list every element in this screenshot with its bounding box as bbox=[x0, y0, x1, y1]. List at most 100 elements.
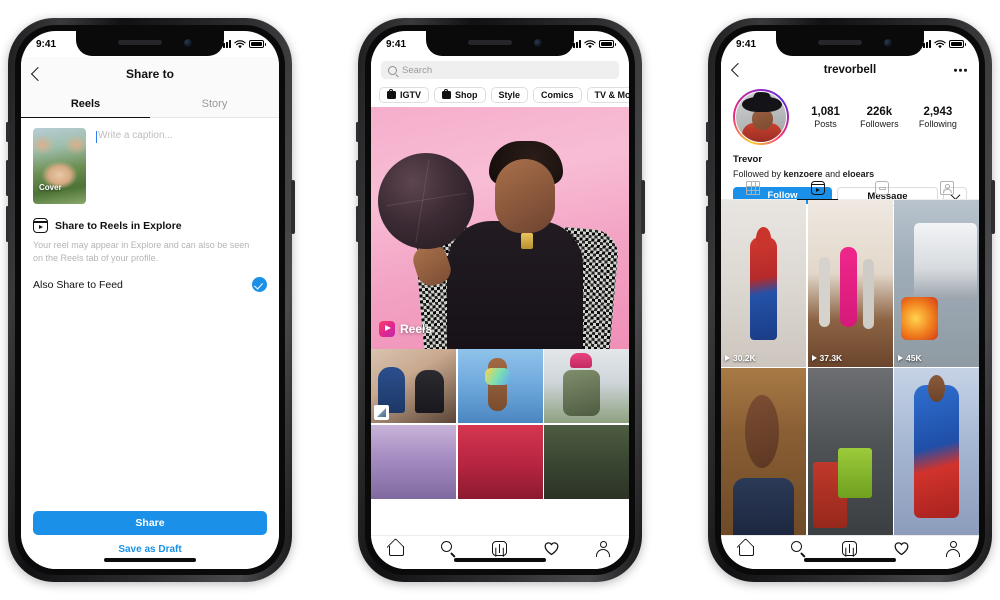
featured-reel-card[interactable]: Reels bbox=[371, 107, 629, 349]
volume-down-button[interactable] bbox=[5, 206, 9, 242]
volume-down-button[interactable] bbox=[705, 206, 709, 242]
table-row[interactable] bbox=[721, 368, 806, 535]
speaker-grille-icon bbox=[468, 40, 512, 45]
phone-screen-2: 9:41 Search IGTV Shop Style Comics TV & … bbox=[371, 31, 629, 569]
home-indicator-1[interactable] bbox=[104, 558, 196, 562]
power-button[interactable] bbox=[991, 180, 995, 234]
silent-switch[interactable] bbox=[356, 122, 359, 142]
reels-badge: Reels bbox=[379, 321, 432, 337]
chip-style-label: Style bbox=[498, 90, 521, 100]
grid-tab[interactable] bbox=[721, 177, 786, 199]
status-time: 9:41 bbox=[736, 38, 757, 50]
necklace bbox=[521, 233, 533, 249]
share-to-header: Share to bbox=[21, 57, 279, 91]
stat-following[interactable]: 2,943 Following bbox=[919, 106, 957, 129]
list-item[interactable] bbox=[371, 349, 456, 423]
table-row[interactable]: 45K bbox=[894, 200, 979, 367]
add-post-icon[interactable] bbox=[491, 540, 508, 557]
add-post-icon[interactable] bbox=[841, 540, 858, 557]
phone-bezel-1: 9:41 Share to Reels Story Cover Write a … bbox=[15, 25, 285, 575]
silent-switch[interactable] bbox=[706, 122, 709, 142]
igtv-icon bbox=[387, 89, 396, 99]
chip-comics[interactable]: Comics bbox=[533, 87, 582, 103]
reels-badge-label: Reels bbox=[400, 322, 433, 336]
power-button[interactable] bbox=[641, 180, 645, 234]
chip-shop[interactable]: Shop bbox=[434, 87, 486, 103]
caption-placeholder: Write a caption... bbox=[98, 130, 173, 141]
tagged-tab[interactable] bbox=[915, 177, 980, 199]
chip-style[interactable]: Style bbox=[490, 87, 529, 103]
back-chevron-icon[interactable] bbox=[730, 62, 746, 78]
share-to-explore-description: Your reel may appear in Explore and can … bbox=[33, 240, 250, 264]
reels-icon bbox=[33, 218, 48, 233]
volume-up-button[interactable] bbox=[5, 160, 9, 196]
status-icons bbox=[920, 39, 966, 49]
phone-device-2: 9:41 Search IGTV Shop Style Comics TV & … bbox=[355, 18, 645, 582]
profile-content-tabs bbox=[721, 177, 980, 201]
search-icon[interactable] bbox=[790, 540, 807, 557]
heart-icon[interactable] bbox=[893, 540, 910, 557]
heart-icon[interactable] bbox=[543, 540, 560, 557]
reel-dance-workout bbox=[807, 200, 893, 367]
chip-igtv[interactable]: IGTV bbox=[379, 87, 430, 103]
home-indicator-2[interactable] bbox=[454, 558, 546, 562]
view-count-value: 45K bbox=[906, 352, 922, 363]
profile-header: trevorbell bbox=[721, 57, 979, 83]
cover-thumbnail[interactable]: Cover bbox=[33, 128, 86, 204]
chip-comics-label: Comics bbox=[541, 90, 574, 100]
check-circle-icon[interactable] bbox=[252, 277, 267, 293]
bottom-nav-2 bbox=[371, 535, 629, 569]
cover-label: Cover bbox=[39, 183, 62, 192]
also-share-to-feed-row[interactable]: Also Share to Feed bbox=[21, 265, 279, 293]
category-chip-row[interactable]: IGTV Shop Style Comics TV & Movies bbox=[371, 83, 629, 107]
caption-input[interactable]: Write a caption... bbox=[96, 128, 267, 204]
home-indicator-3[interactable] bbox=[804, 558, 896, 562]
photo-flowers bbox=[371, 424, 456, 499]
save-as-draft-button[interactable]: Save as Draft bbox=[33, 544, 267, 555]
page-title: Share to bbox=[125, 67, 174, 81]
silent-switch[interactable] bbox=[6, 122, 9, 142]
stat-following-label: Following bbox=[918, 118, 957, 129]
back-chevron-icon[interactable] bbox=[30, 66, 46, 82]
person-head bbox=[495, 159, 555, 233]
power-button[interactable] bbox=[291, 180, 295, 234]
table-row[interactable] bbox=[894, 368, 979, 535]
notch-1 bbox=[76, 31, 224, 56]
chip-tv-and-movies[interactable]: TV & Movies bbox=[586, 87, 629, 103]
list-item[interactable] bbox=[544, 349, 629, 423]
volume-down-button[interactable] bbox=[355, 206, 359, 242]
reels-tab-icon bbox=[810, 181, 825, 195]
more-options-icon[interactable] bbox=[954, 68, 967, 72]
reels-tab[interactable] bbox=[786, 177, 851, 201]
search-input[interactable]: Search bbox=[381, 61, 619, 79]
list-item[interactable] bbox=[457, 349, 543, 423]
table-row[interactable] bbox=[807, 368, 893, 535]
table-row[interactable]: 30.2K bbox=[721, 200, 806, 367]
home-icon[interactable] bbox=[738, 540, 755, 557]
stat-followers[interactable]: 226k Followers bbox=[860, 106, 899, 129]
volume-up-button[interactable] bbox=[705, 160, 709, 196]
share-button[interactable]: Share bbox=[33, 511, 267, 535]
list-item[interactable] bbox=[371, 424, 456, 499]
table-row[interactable]: 37.3K bbox=[807, 200, 893, 367]
list-item[interactable] bbox=[544, 424, 629, 499]
share-to-explore-title: Share to Reels in Explore bbox=[55, 219, 182, 232]
reel-gym-box-jump bbox=[807, 368, 893, 535]
list-item[interactable] bbox=[457, 424, 543, 499]
tab-story[interactable]: Story bbox=[150, 91, 279, 117]
search-icon[interactable] bbox=[440, 540, 457, 557]
avatar[interactable] bbox=[733, 89, 789, 145]
reels-icon bbox=[379, 321, 395, 337]
profile-icon[interactable] bbox=[945, 540, 962, 557]
igtv-tab[interactable] bbox=[850, 177, 915, 199]
tagged-tab-icon bbox=[939, 181, 954, 195]
profile-icon[interactable] bbox=[595, 540, 612, 557]
stat-posts[interactable]: 1,081 Posts bbox=[811, 106, 840, 129]
stat-followers-label: Followers bbox=[860, 118, 899, 129]
home-icon[interactable] bbox=[388, 540, 405, 557]
profile-top-row: 1,081 Posts 226k Followers 2,943 Followi… bbox=[733, 89, 967, 145]
status-icons bbox=[220, 39, 266, 49]
wifi-icon bbox=[234, 39, 246, 48]
tab-reels[interactable]: Reels bbox=[21, 91, 150, 118]
volume-up-button[interactable] bbox=[355, 160, 359, 196]
